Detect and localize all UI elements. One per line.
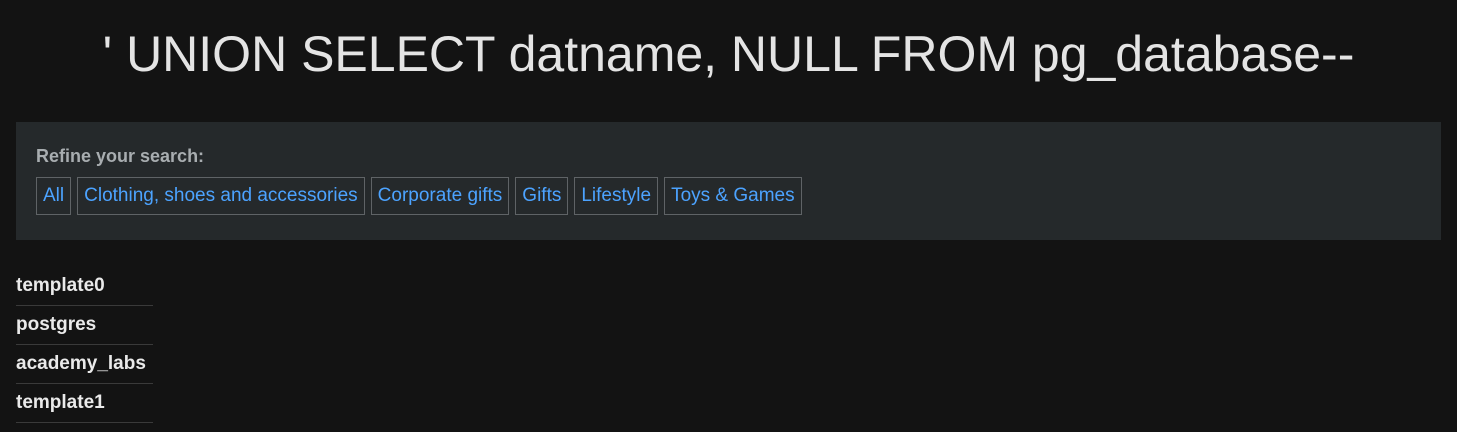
filter-link-toys-games[interactable]: Toys & Games [664, 177, 802, 215]
filter-link-clothing[interactable]: Clothing, shoes and accessories [77, 177, 365, 215]
filter-link-gifts[interactable]: Gifts [515, 177, 569, 215]
list-item: academy_labs [16, 345, 153, 384]
filter-link-lifestyle[interactable]: Lifestyle [574, 177, 659, 215]
results-list: template0 postgres academy_labs template… [16, 267, 153, 423]
filter-panel: Refine your search: All Clothing, shoes … [16, 122, 1441, 240]
filter-link-all[interactable]: All [36, 177, 72, 215]
filter-list: All Clothing, shoes and accessories Corp… [36, 177, 1421, 215]
filter-link-corporate-gifts[interactable]: Corporate gifts [370, 177, 510, 215]
list-item: template1 [16, 384, 153, 423]
filter-heading: Refine your search: [36, 146, 205, 166]
list-item: postgres [16, 306, 153, 345]
list-item: template0 [16, 267, 153, 306]
page-title: ' UNION SELECT datname, NULL FROM pg_dat… [102, 26, 1355, 82]
